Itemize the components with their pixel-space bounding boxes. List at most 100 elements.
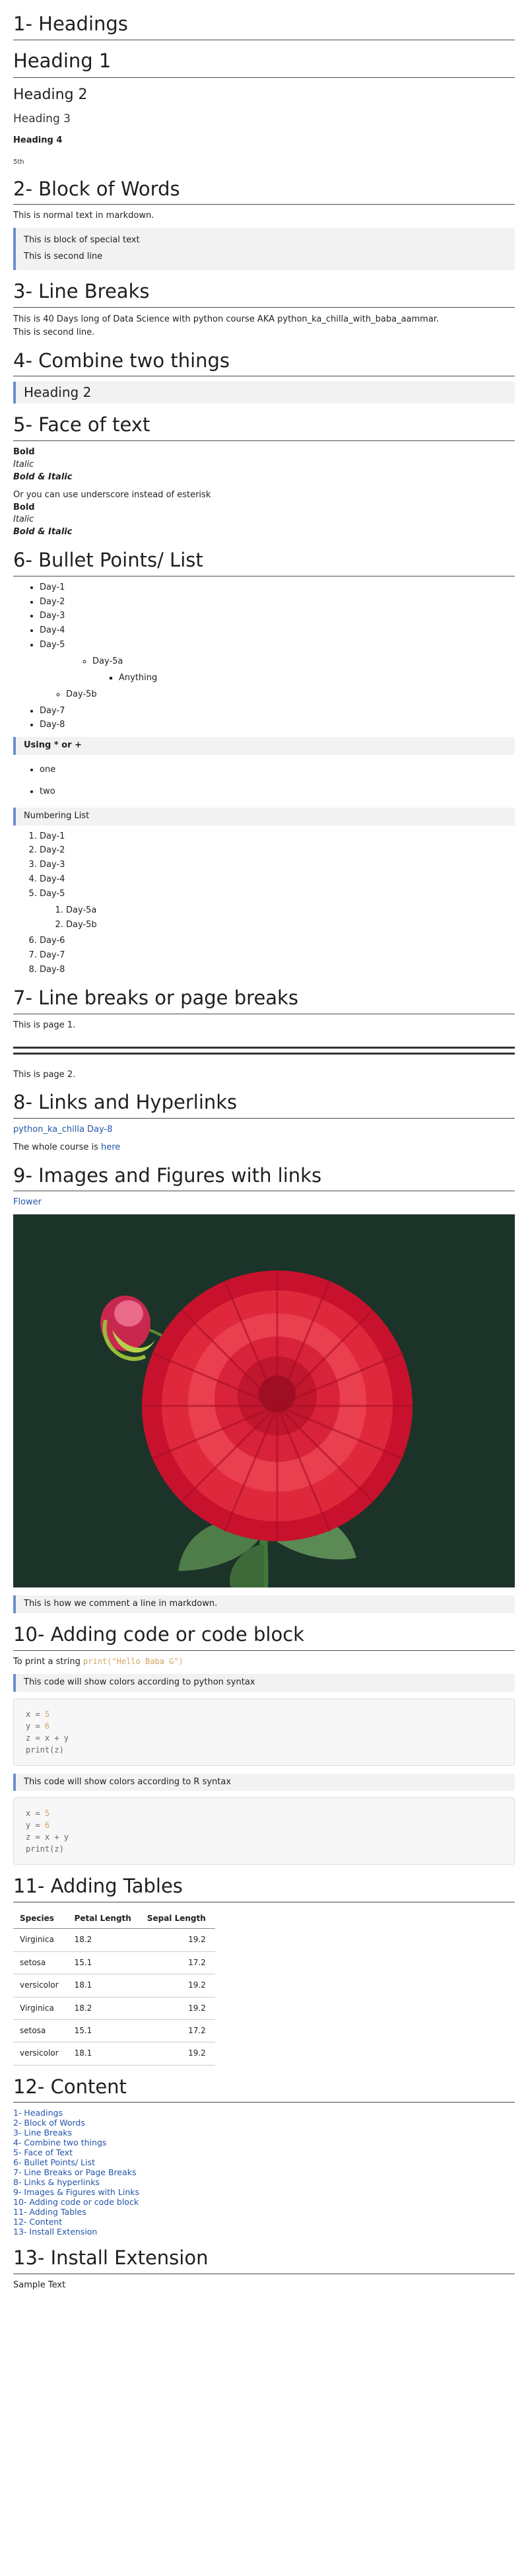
paragraph: Flower <box>13 1197 515 1209</box>
toc-link[interactable]: 8- Links & hyperlinks <box>13 2177 515 2187</box>
code-number: 6 <box>44 1721 50 1731</box>
nested-list: Day-5a Anything <box>66 656 515 685</box>
page-text: This is page 2. <box>13 1069 76 1080</box>
list-item: Day-5a Anything <box>66 656 515 685</box>
italic-text: Italic <box>13 460 34 470</box>
bold-text: Bold <box>13 447 35 458</box>
section-title-links: 8- Links and Hyperlinks <box>13 1090 515 1119</box>
section-title-face-of-text: 5- Face of text <box>13 413 515 442</box>
table-row: Virginica 18.2 19.2 <box>13 1997 215 2021</box>
list-item: Anything <box>119 672 515 685</box>
list-item: Day-6 <box>40 935 515 948</box>
table-cell: 15.1 <box>67 1951 141 1975</box>
table-cell: 17.2 <box>140 1951 215 1975</box>
page-text: This is page 1. <box>13 1020 76 1030</box>
bold-italic-text: Bold & Italic <box>13 527 73 538</box>
list-item: Day-3 <box>40 610 515 623</box>
code-text: z = x + y <box>26 1733 69 1743</box>
toc-link[interactable]: 3- Line Breaks <box>13 2128 515 2138</box>
list-item: Day-2 <box>40 596 515 609</box>
list-item: Day-5 Day-5a Day-5b <box>40 888 515 932</box>
list-item: two <box>40 786 515 798</box>
table-cell: 18.1 <box>67 2042 141 2066</box>
code-text: y = <box>26 1821 45 1830</box>
flower-link[interactable]: Flower <box>13 1197 42 1207</box>
text-line: This is 40 Days long of Data Science wit… <box>13 314 440 324</box>
heading-4: Heading 4 <box>13 135 63 146</box>
toc-link[interactable]: 12- Content <box>13 2217 515 2227</box>
section-title-line-breaks: 3- Line Breaks <box>13 279 515 308</box>
table-row: Virginica 18.2 19.2 <box>13 1928 215 1952</box>
list-item: Day-4 <box>40 874 515 886</box>
code-block-python: x = 5 y = 6 z = x + y print(z) <box>13 1698 515 1766</box>
paragraph: To print a string print("Hello Baba G") <box>13 1656 515 1669</box>
toc-link[interactable]: 10- Adding code or code block <box>13 2197 515 2207</box>
heading-2: Heading 2 <box>13 86 88 103</box>
normal-text: This is normal text in markdown. <box>13 211 154 221</box>
numbered-list: Day-1 Day-2 Day-3 Day-4 Day-5 Day-5a Day… <box>13 831 515 977</box>
column-header: Petal Length <box>67 1909 141 1930</box>
note-text: Or you can use underscore instead of est… <box>13 489 211 500</box>
list-item: Day-8 <box>40 964 515 977</box>
heading-3: Heading 3 <box>13 112 71 125</box>
list-item-label: Day-5a <box>92 656 123 666</box>
page-break-rule <box>13 1046 515 1049</box>
table-cell: Virginica <box>13 1928 68 1952</box>
blockquote-line: This is second line <box>24 251 103 261</box>
list-item: one <box>40 764 515 777</box>
table-cell: 19.2 <box>140 1928 215 1952</box>
list-item: Day-5b <box>66 919 515 932</box>
column-header: Sepal Length <box>140 1909 215 1930</box>
nested-numbered-list: Day-5a Day-5b <box>40 905 515 932</box>
toc-link[interactable]: 9- Images & Figures with Links <box>13 2187 515 2197</box>
table-cell: 15.1 <box>67 2019 141 2043</box>
course-day-link[interactable]: python_ka_chilla Day-8 <box>13 1125 112 1134</box>
heading-5: 5th <box>13 158 24 166</box>
blockquote-r: This code will show colors according to … <box>13 1773 515 1792</box>
list-item: Day-7 <box>40 705 515 718</box>
section-title-block-of-words: 2- Block of Words <box>13 177 515 205</box>
paragraph: Or you can use underscore instead of est… <box>13 489 515 539</box>
toc-link[interactable]: 13- Install Extension <box>13 2227 515 2237</box>
code-number: 6 <box>44 1821 50 1830</box>
list-item-label: Day-5 <box>40 888 65 899</box>
list-item: Day-1 <box>40 831 515 843</box>
list-item: Day-7 <box>40 950 515 962</box>
table-cell: 18.1 <box>67 1974 141 1998</box>
bold-italic-text: Bold & Italic <box>13 471 73 482</box>
nested-list: Day-5a Anything Day-5b <box>40 656 515 701</box>
code-text: z = x + y <box>26 1832 69 1842</box>
code-number: 5 <box>44 1809 50 1819</box>
section-title-install-extension: 13- Install Extension <box>13 2246 515 2275</box>
flower-image[interactable] <box>13 1214 515 1588</box>
list-item: Day-1 <box>40 582 515 594</box>
page-break-rule <box>13 1052 515 1055</box>
toc-link[interactable]: 7- Line Breaks or Page Breaks <box>13 2167 515 2177</box>
table-cell: 19.2 <box>140 2042 215 2066</box>
blockquote-heading: Heading 2 <box>13 382 515 404</box>
toc-link[interactable]: 5- Face of Text <box>13 2147 515 2157</box>
toc-link[interactable]: 2- Block of Words <box>13 2118 515 2128</box>
table-row: versicolor 18.1 19.2 <box>13 1974 215 1998</box>
list-item: Day-8 <box>40 719 515 732</box>
paragraph: Bold Italic Bold & Italic <box>13 446 515 484</box>
bullet-list: Day-1 Day-2 Day-3 Day-4 Day-5 Day-5a Any… <box>13 582 515 732</box>
code-text: y = <box>26 1721 45 1731</box>
nested-list: Anything <box>92 672 515 685</box>
comment-blockquote: This is how we comment a line in markdow… <box>13 1595 515 1614</box>
course-link[interactable]: here <box>101 1142 120 1152</box>
list-item: Day-5b <box>66 689 515 701</box>
section-title-code: 10- Adding code or code block <box>13 1622 515 1651</box>
toc-link[interactable]: 1- Headings <box>13 2108 515 2118</box>
heading-1: Heading 1 <box>13 47 515 78</box>
toc-link[interactable]: 4- Combine two things <box>13 2138 515 2147</box>
list-item-label: Day-5 <box>40 640 65 650</box>
paragraph: The whole course is here <box>13 1142 515 1154</box>
table-cell: setosa <box>13 2019 68 2043</box>
italic-text: Italic <box>13 514 34 525</box>
table-cell: 18.2 <box>67 1928 141 1952</box>
toc-link[interactable]: 11- Adding Tables <box>13 2207 515 2217</box>
toc-link[interactable]: 6- Bullet Points/ List <box>13 2157 515 2167</box>
text-line: This is second line. <box>13 327 95 337</box>
table-cell: 19.2 <box>140 1997 215 2021</box>
